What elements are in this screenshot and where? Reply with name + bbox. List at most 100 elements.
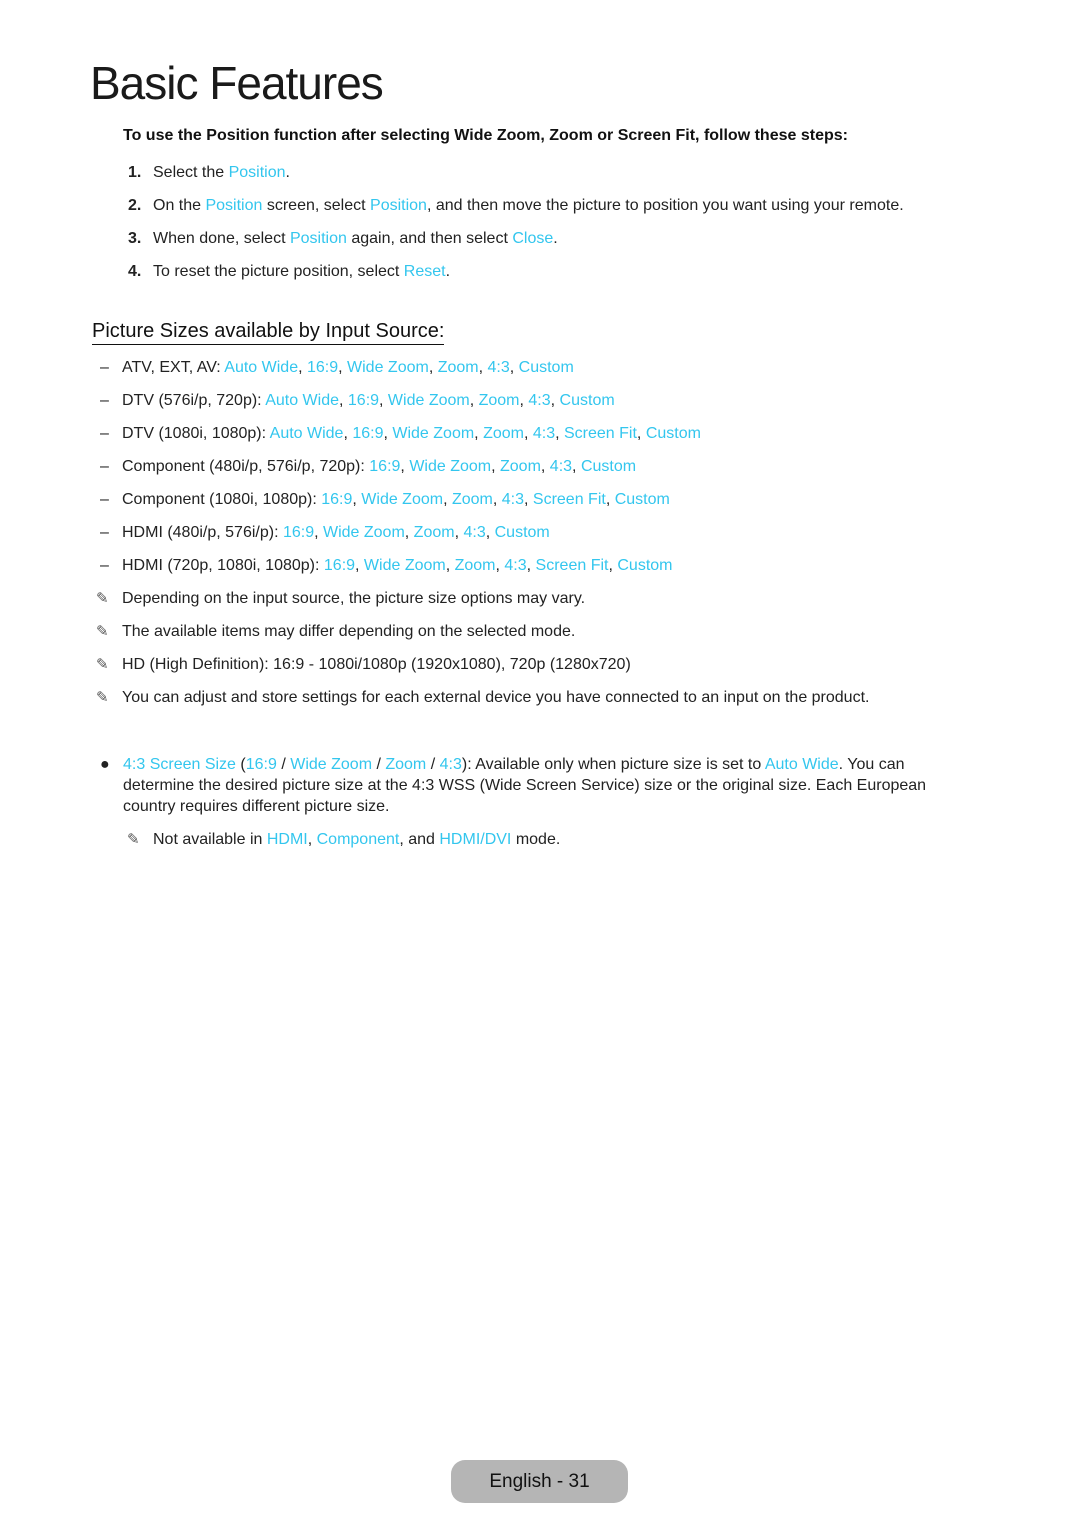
dash-icon: – bbox=[100, 392, 109, 409]
dash-icon: – bbox=[100, 524, 109, 541]
picture-size-option: 16:9 bbox=[347, 392, 380, 409]
subnote-text: Not available in HDMI, Component, and HD… bbox=[153, 831, 560, 848]
input-source-label: DTV (576i/p, 720p): bbox=[122, 392, 266, 409]
dash-icon: – bbox=[100, 425, 109, 442]
dash-icon: – bbox=[100, 557, 109, 574]
pencil-note-icon: ✎ bbox=[96, 623, 109, 640]
text-fragment: mode. bbox=[511, 831, 561, 848]
step-item: 4. To reset the picture position, select … bbox=[128, 261, 904, 294]
input-source-label: ATV, EXT, AV: bbox=[122, 359, 225, 376]
menu-term-link: Auto Wide bbox=[764, 756, 839, 773]
text-fragment: To reset the picture position, select bbox=[153, 263, 404, 280]
picture-size-option: Wide Zoom bbox=[322, 524, 405, 541]
menu-term-link: 16:9 bbox=[245, 756, 277, 773]
menu-term-link: 4:3 Screen Size bbox=[123, 756, 236, 773]
picture-size-option: Custom bbox=[518, 359, 574, 376]
picture-size-option: 16:9 bbox=[282, 524, 315, 541]
page-number-badge: English - 31 bbox=[451, 1460, 628, 1503]
input-source-item: – HDMI (720p, 1080i, 1080p): 16:9, Wide Z… bbox=[100, 555, 701, 588]
text-fragment: again, and then select bbox=[346, 230, 513, 247]
note-item: ✎ The available items may differ dependin… bbox=[96, 621, 869, 654]
note-item: ✎ You can adjust and store settings for e… bbox=[96, 687, 869, 720]
picture-size-option: Auto Wide bbox=[269, 425, 344, 442]
picture-size-option: Auto Wide bbox=[265, 392, 339, 409]
input-source-label: HDMI (720p, 1080i, 1080p): bbox=[122, 557, 324, 574]
text-fragment: Select the bbox=[153, 164, 229, 181]
text-fragment: When done, select bbox=[153, 230, 290, 247]
input-source-label: DTV (1080i, 1080p): bbox=[122, 425, 270, 442]
input-source-item: – Component (480i/p, 576i/p, 720p): 16:9,… bbox=[100, 456, 701, 489]
input-source-item: – Component (1080i, 1080p): 16:9, Wide Zo… bbox=[100, 489, 701, 522]
step-number: 4. bbox=[128, 263, 142, 280]
picture-size-option: 4:3 bbox=[504, 557, 527, 574]
text-fragment: , and bbox=[399, 831, 440, 848]
note-text: Depending on the input source, the pictu… bbox=[122, 590, 586, 607]
steps-list: 1. Select the Position. 2. On the Position … bbox=[128, 162, 904, 294]
note-text: The available items may differ depending… bbox=[122, 623, 576, 640]
step-item: 2. On the Position screen, select Positio… bbox=[128, 195, 904, 228]
picture-size-option: Auto Wide bbox=[224, 359, 299, 376]
picture-size-option: Wide Zoom bbox=[361, 491, 444, 508]
text-fragment: / bbox=[276, 756, 291, 773]
input-source-item: – ATV, EXT, AV: Auto Wide, 16:9, Wide Zoo… bbox=[100, 357, 701, 390]
picture-size-option: Zoom bbox=[413, 524, 455, 541]
pencil-note-icon: ✎ bbox=[96, 689, 109, 706]
step-item: 1. Select the Position. bbox=[128, 162, 904, 195]
picture-size-option: Zoom bbox=[483, 425, 524, 442]
bullet-text: 4:3 Screen Size (16:9 / Wide Zoom / Zoom… bbox=[123, 754, 970, 817]
picture-size-option: Custom bbox=[614, 491, 670, 508]
bullet-dot-icon: ● bbox=[100, 756, 110, 773]
picture-size-option: Zoom bbox=[451, 491, 493, 508]
menu-term-link: Position bbox=[289, 230, 347, 247]
picture-size-option: 4:3 bbox=[463, 524, 486, 541]
pencil-note-icon: ✎ bbox=[127, 831, 140, 848]
menu-term-link: Position bbox=[228, 164, 286, 181]
step-number: 2. bbox=[128, 197, 142, 214]
picture-size-option: Wide Zoom bbox=[409, 458, 492, 475]
menu-term-link: 4:3 bbox=[439, 756, 462, 773]
text-fragment: , bbox=[307, 831, 317, 848]
menu-term-link: Position bbox=[205, 197, 263, 214]
dash-icon: – bbox=[100, 359, 109, 376]
picture-size-option: Zoom bbox=[454, 557, 496, 574]
picture-size-option: Wide Zoom bbox=[347, 359, 429, 376]
menu-term-link: Zoom bbox=[385, 756, 427, 773]
picture-size-option: Screen Fit bbox=[532, 491, 606, 508]
text-fragment: On the bbox=[153, 197, 206, 214]
step-number: 1. bbox=[128, 164, 142, 181]
screen-size-bullet: ● 4:3 Screen Size (16:9 / Wide Zoom / Zo… bbox=[100, 754, 970, 817]
pencil-note-icon: ✎ bbox=[96, 590, 109, 607]
input-source-item: – DTV (576i/p, 720p): Auto Wide, 16:9, Wi… bbox=[100, 390, 701, 423]
picture-size-option: 16:9 bbox=[352, 425, 384, 442]
picture-size-option: 4:3 bbox=[528, 392, 551, 409]
picture-size-option: Custom bbox=[580, 458, 637, 475]
note-text: You can adjust and store settings for ea… bbox=[122, 689, 870, 706]
picture-size-option: Screen Fit bbox=[535, 557, 609, 574]
text-fragment: / bbox=[372, 756, 386, 773]
input-source-item: – DTV (1080i, 1080p): Auto Wide, 16:9, Wi… bbox=[100, 423, 701, 456]
text-fragment: . bbox=[553, 230, 558, 247]
menu-term-link: Position bbox=[370, 197, 427, 214]
page-title: Basic Features bbox=[90, 57, 384, 109]
picture-size-option: Custom bbox=[494, 524, 550, 541]
input-source-label: Component (1080i, 1080p): bbox=[122, 491, 322, 508]
menu-term-link: Reset bbox=[403, 263, 446, 280]
menu-term-link: Component bbox=[316, 831, 400, 848]
text-fragment: . bbox=[445, 263, 451, 280]
picture-size-option: 16:9 bbox=[369, 458, 401, 475]
menu-term-link: Close bbox=[512, 230, 554, 247]
dash-icon: – bbox=[100, 458, 109, 475]
picture-size-option: Wide Zoom bbox=[363, 557, 446, 574]
text-fragment: Not available in bbox=[153, 831, 267, 848]
note-text: HD (High Definition): 16:9 - 1080i/1080p… bbox=[122, 656, 631, 673]
picture-size-option: 16:9 bbox=[306, 359, 339, 376]
text-fragment: / bbox=[426, 756, 440, 773]
picture-size-option: Zoom bbox=[500, 458, 541, 475]
text-fragment: ( bbox=[235, 756, 246, 773]
picture-size-option: Custom bbox=[645, 425, 701, 442]
menu-term-link: HDMI/DVI bbox=[439, 831, 512, 848]
intro-text: To use the Position function after selec… bbox=[123, 127, 848, 144]
picture-size-option: Custom bbox=[559, 392, 615, 409]
section-heading: Picture Sizes available by Input Source: bbox=[92, 320, 445, 345]
picture-size-option: Wide Zoom bbox=[392, 425, 475, 442]
